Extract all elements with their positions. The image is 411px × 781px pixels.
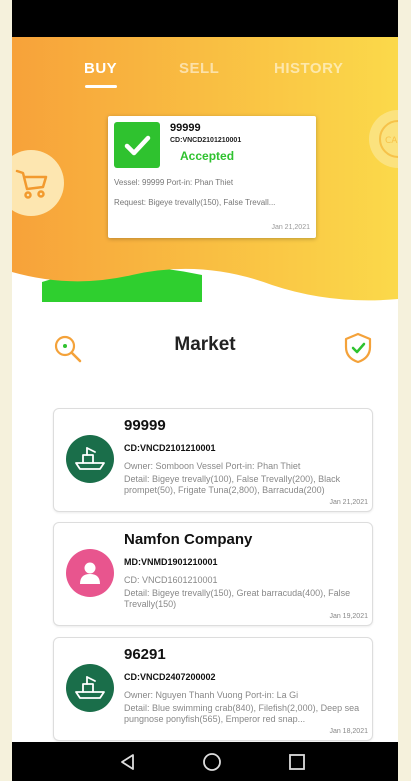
listing-code: CD:VNCD2101210001 xyxy=(124,443,216,453)
coin-label: CAFE xyxy=(385,136,398,146)
market-title: Market xyxy=(174,334,236,355)
featured-status: Accepted xyxy=(180,149,235,163)
phone-screen: BUY SELL HISTORY CAFE 99999 CD:VNCD21012… xyxy=(12,0,398,781)
home-icon[interactable] xyxy=(202,752,222,777)
listing-owner-line: Owner: Nguyen Thanh Vuong Port-in: La Gi xyxy=(124,690,299,700)
listing-owner-line: Owner: Somboon Vessel Port-in: Phan Thie… xyxy=(124,461,301,471)
featured-vessel-line: Vessel: 99999 Port-in: Phan Thiet xyxy=(114,178,234,187)
listing-card[interactable]: Namfon Company MD:VNMD1901210001 CD: VNC… xyxy=(53,522,373,626)
listing-detail: Detail: Blue swimming crab(840), Filefis… xyxy=(124,703,360,724)
boat-avatar xyxy=(66,435,114,483)
accepted-check-icon xyxy=(114,122,160,168)
tab-bar: BUY SELL HISTORY xyxy=(12,60,398,90)
featured-order-card[interactable]: 99999 CD:VNCD2101210001 Accepted Vessel:… xyxy=(108,116,316,238)
system-nav-bar xyxy=(12,742,398,781)
shield-check-icon[interactable] xyxy=(342,331,374,370)
featured-code: CD:VNCD2101210001 xyxy=(170,137,242,144)
listing-card[interactable]: 99999 CD:VNCD2101210001 Owner: Somboon V… xyxy=(53,408,373,512)
status-bar xyxy=(12,0,398,37)
active-tab-indicator xyxy=(85,85,117,88)
listing-detail: Detail: Bigeye trevally(150), Great barr… xyxy=(124,588,351,609)
listing-name: 96291 xyxy=(124,646,166,663)
featured-date: Jan 21,2021 xyxy=(271,224,310,231)
tab-sell[interactable]: SELL xyxy=(179,60,219,77)
listing-date: Jan 19,2021 xyxy=(329,613,368,620)
back-icon[interactable] xyxy=(118,752,138,777)
featured-id: 99999 xyxy=(170,122,201,134)
listing-code: MD:VNMD1901210001 xyxy=(124,557,218,567)
tab-buy[interactable]: BUY xyxy=(84,60,117,77)
listing-date: Jan 21,2021 xyxy=(329,499,368,506)
person-avatar xyxy=(66,549,114,597)
listing-code: CD:VNCD2407200002 xyxy=(124,672,216,682)
listing-owner-line: CD: VNCD1601210001 xyxy=(124,575,218,585)
tab-history[interactable]: HISTORY xyxy=(274,60,343,77)
listing-card[interactable]: 96291 CD:VNCD2407200002 Owner: Nguyen Th… xyxy=(53,637,373,741)
listing-name: Namfon Company xyxy=(124,531,253,548)
listing-name: 99999 xyxy=(124,417,166,434)
listing-date: Jan 18,2021 xyxy=(329,728,368,735)
market-header: Market xyxy=(12,325,398,365)
listing-detail: Detail: Bigeye trevally(100), False Trev… xyxy=(124,474,341,495)
recents-icon[interactable] xyxy=(287,752,307,777)
boat-avatar xyxy=(66,664,114,712)
featured-request-line: Request: Bigeye trevally(150), False Tre… xyxy=(114,198,276,207)
